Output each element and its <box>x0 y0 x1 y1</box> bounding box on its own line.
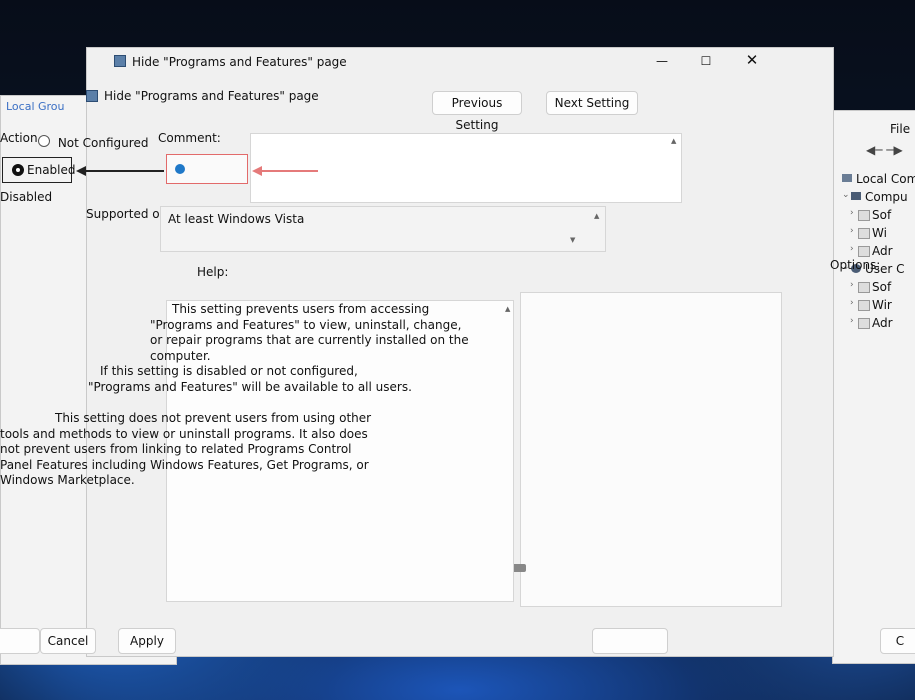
window-title: Hide "Programs and Features" page <box>132 55 347 69</box>
policy-header-title: Hide "Programs and Features" page <box>104 89 319 103</box>
tree-item[interactable]: ⌄ Compu <box>838 188 915 206</box>
forward-arrow-icon[interactable]: ─▶ <box>886 143 902 157</box>
enabled-option-highlight[interactable]: Enabled <box>2 157 76 183</box>
computer-icon <box>851 192 861 200</box>
chevron-right-icon[interactable]: › <box>850 280 854 290</box>
tree-item[interactable]: Local Comp <box>838 170 915 188</box>
chevron-down-icon[interactable]: ⌄ <box>842 190 850 200</box>
disabled-option[interactable]: Disabled <box>0 190 52 204</box>
options-label: Options: <box>830 258 881 272</box>
enabled-radio[interactable] <box>12 164 24 176</box>
folder-icon <box>858 318 870 329</box>
help-label: Help: <box>197 265 229 279</box>
supported-on-value: At least Windows Vista <box>168 212 305 226</box>
left-dialog-title: Local Grou <box>6 100 65 113</box>
chevron-right-icon[interactable]: › <box>850 244 854 254</box>
policy-icon <box>114 55 126 67</box>
supported-scroll-down[interactable]: ▼ <box>570 236 575 244</box>
red-arrow <box>252 166 318 176</box>
minimize-button[interactable]: — <box>652 51 672 71</box>
help-paragraph-3: This setting does not prevent users from… <box>0 411 372 487</box>
enabled-zoom-highlight <box>166 154 248 184</box>
help-scroll-up[interactable]: ▲ <box>505 305 510 313</box>
comment-label: Comment: <box>158 131 221 145</box>
right-ok-button[interactable]: C <box>880 628 915 654</box>
tree-view: Local Comp ⌄ Compu › Sof › Wi › Adr ⌄ Us… <box>838 170 915 332</box>
tree-item[interactable]: › Sof <box>838 278 915 296</box>
file-menu[interactable]: File <box>890 122 910 136</box>
action-label: Action <box>0 131 38 145</box>
maximize-button[interactable]: ☐ <box>696 51 716 71</box>
supported-scroll-up[interactable]: ▲ <box>594 212 599 220</box>
next-setting-button[interactable]: Next Setting <box>546 91 638 115</box>
apply-button[interactable]: Apply <box>118 628 176 654</box>
chevron-right-icon[interactable]: › <box>850 208 854 218</box>
chevron-right-icon[interactable]: › <box>850 226 854 236</box>
folder-icon <box>858 282 870 293</box>
policy-header-icon <box>86 90 98 102</box>
annotation-arrow <box>76 166 164 176</box>
supported-on-label: Supported on: <box>86 207 172 221</box>
chevron-right-icon[interactable]: › <box>850 298 854 308</box>
computer-icon <box>842 174 852 182</box>
folder-icon <box>858 246 870 257</box>
enabled-label: Enabled <box>27 163 76 177</box>
folder-icon <box>858 210 870 221</box>
options-pane <box>520 292 782 607</box>
tree-item[interactable]: › Wir <box>838 296 915 314</box>
tree-item[interactable]: › Adr <box>838 314 915 332</box>
left-ok-button[interactable] <box>0 628 40 654</box>
close-button[interactable]: ✕ <box>742 50 762 70</box>
cancel-button[interactable]: Cancel <box>40 628 96 654</box>
not-configured-option[interactable]: Not Configured <box>38 135 148 150</box>
back-arrow-icon[interactable]: ◀─ <box>866 143 882 157</box>
chevron-right-icon[interactable]: › <box>850 316 854 326</box>
main-ok-button[interactable] <box>592 628 668 654</box>
tree-item[interactable]: › Wi <box>838 224 915 242</box>
comment-scroll-up[interactable]: ▲ <box>671 137 676 145</box>
enabled-zoom-radio <box>175 164 185 174</box>
not-configured-label: Not Configured <box>57 136 149 150</box>
previous-setting-button[interactable]: Previous Setting <box>432 91 522 132</box>
help-paragraph-2: If this setting is disabled or not confi… <box>88 364 412 394</box>
folder-icon <box>858 300 870 311</box>
disabled-label: Disabled <box>0 190 53 204</box>
help-paragraph-1: This setting prevents users from accessi… <box>150 302 469 363</box>
title-bar: Hide "Programs and Features" page — ☐ ✕ <box>86 47 832 77</box>
tree-item[interactable]: › Sof <box>838 206 915 224</box>
not-configured-radio[interactable] <box>38 135 50 147</box>
folder-icon <box>858 228 870 239</box>
nav-arrows: ◀─ ─▶ <box>866 143 903 157</box>
